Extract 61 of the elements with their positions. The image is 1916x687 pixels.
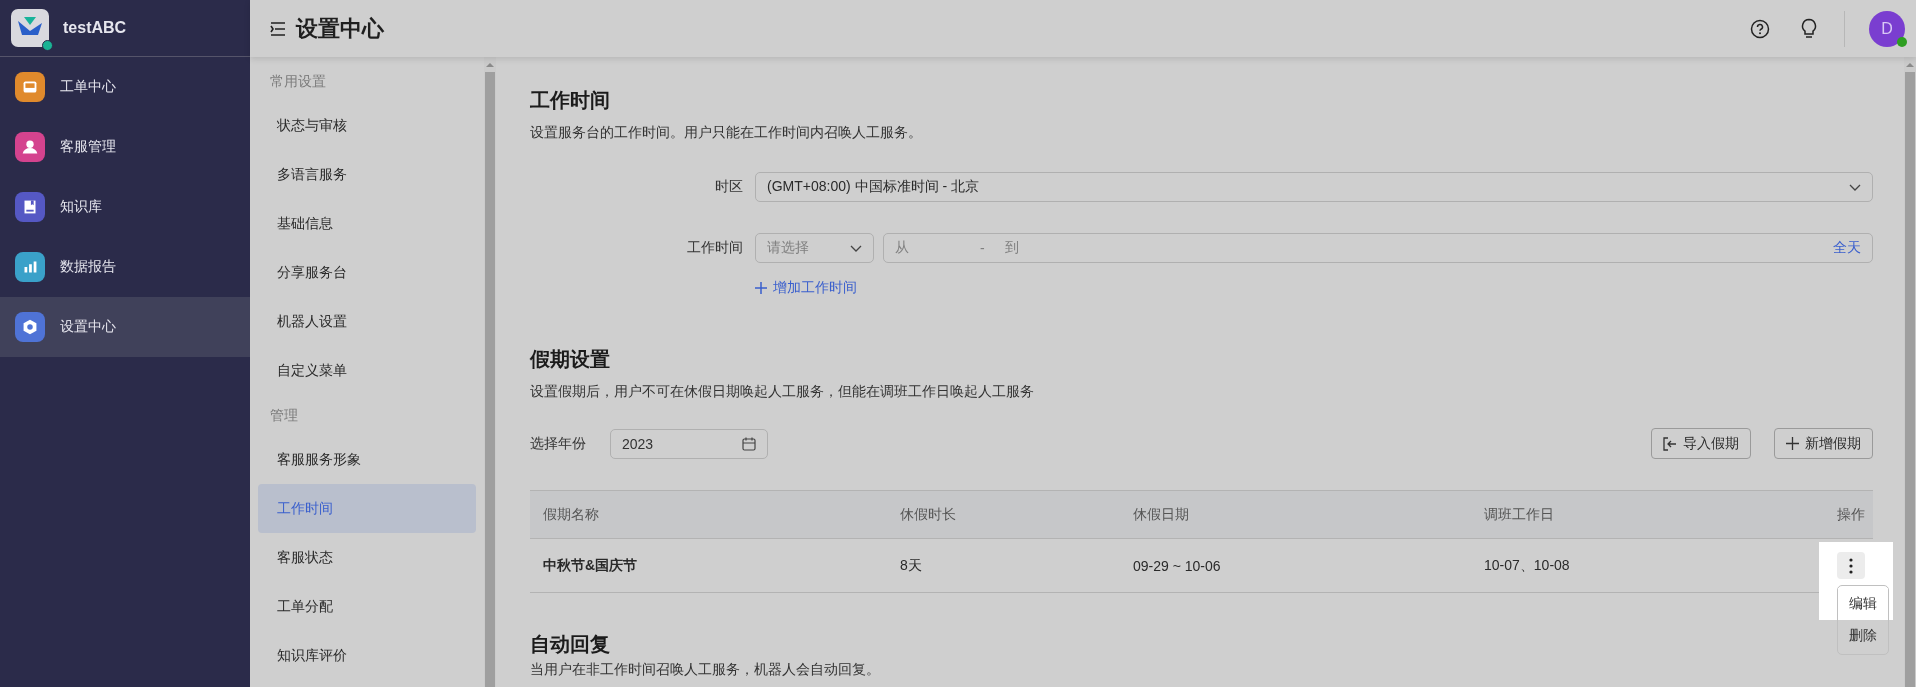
settings-nav-item[interactable]: 机器人设置 — [258, 297, 476, 346]
all-day-link[interactable]: 全天 — [1833, 239, 1861, 257]
table-cell-text: 09-29 ~ 10-06 — [1132, 557, 1222, 574]
section-description: 设置服务台的工作时间。用户只能在工作时间内召唤人工服务。 — [530, 124, 923, 142]
page-title: 设置中心 — [296, 14, 384, 43]
nav-group-label: 管理 — [269, 406, 299, 425]
column-header: 假期名称 — [542, 505, 600, 524]
column-header: 调班工作日 — [1483, 505, 1555, 524]
field-label: 工作时间 — [686, 239, 743, 257]
table-cell-text: 中秋节&国庆节 — [542, 556, 639, 575]
scroll-up-arrow-icon[interactable] — [486, 62, 494, 68]
plus-icon — [1786, 437, 1799, 450]
nav-group-label: 常用设置 — [269, 72, 327, 91]
add-working-hours-link[interactable]: 增加工作时间 — [755, 279, 857, 297]
lightbulb-icon[interactable] — [1800, 17, 1818, 40]
calendar-icon — [742, 436, 756, 451]
field-label: 选择年份 — [530, 434, 587, 453]
help-icon[interactable] — [1750, 18, 1770, 39]
table-cell-text: 8天 — [899, 556, 923, 575]
section-title: 假期设置 — [530, 347, 610, 372]
scrollbar[interactable] — [484, 57, 496, 687]
import-button[interactable]: 导入假期 — [1651, 428, 1751, 459]
sidebar-item[interactable]: 设置中心 — [0, 297, 250, 357]
scroll-up-arrow-icon[interactable] — [1906, 62, 1914, 68]
settings-nav-item[interactable]: 知识库评价 — [258, 631, 476, 680]
sidebar-item[interactable]: 客服管理 — [0, 117, 250, 177]
settings-nav-item[interactable]: 状态与审核 — [258, 101, 476, 150]
year-picker[interactable]: 2023 — [610, 428, 768, 459]
column-header: 操作 — [1837, 505, 1866, 524]
time-range-field[interactable]: 从 - 到 全天 — [883, 233, 1873, 263]
settings-nav-item[interactable]: 分享服务台 — [258, 248, 476, 297]
timezone-select[interactable]: (GMT+08:00) 中国标准时间 - 北京 — [755, 172, 1873, 202]
add-button[interactable]: 新增假期 — [1774, 428, 1873, 459]
settings-nav-item[interactable]: 客服状态 — [258, 533, 476, 582]
section-title: 工作时间 — [530, 88, 610, 113]
more-options-button[interactable] — [1837, 552, 1865, 579]
import-icon — [1663, 436, 1677, 451]
section-description: 设置假期后，用户不可在休假日期唤起人工服务，但能在调班工作日唤起人工服务 — [530, 383, 1035, 401]
settings-nav-item[interactable]: 基础信息 — [258, 199, 476, 248]
column-header: 休假时长 — [899, 505, 957, 524]
scrollbar[interactable] — [1904, 57, 1916, 687]
sidebar-item[interactable]: 知识库 — [0, 177, 250, 237]
settings-nav-item[interactable]: 多语言服务 — [258, 150, 476, 199]
settings-nav-item[interactable]: 工单分配 — [258, 582, 476, 631]
menu-item[interactable]: 删除 — [1838, 620, 1888, 652]
plus-icon — [755, 282, 767, 294]
section-title: 自动回复 — [530, 632, 610, 657]
field-label: 时区 — [714, 178, 743, 196]
sidebar-item[interactable]: 数据报告 — [0, 237, 250, 297]
more-vertical-icon — [1849, 557, 1853, 574]
chevron-down-icon — [850, 244, 862, 252]
settings-nav-item[interactable]: 客服服务形象 — [258, 435, 476, 484]
chevron-down-icon — [1849, 183, 1861, 191]
section-description: 当用户在非工作时间召唤人工服务，机器人会自动回复。 — [530, 662, 881, 678]
sidebar-item[interactable]: 工单中心 — [0, 57, 250, 117]
column-header: 休假日期 — [1132, 505, 1190, 524]
brand-name: testABC — [63, 19, 127, 37]
user-avatar[interactable]: D — [1869, 10, 1905, 47]
table-cell-text: 10-07、10-08 — [1483, 556, 1571, 575]
settings-nav-item[interactable]: 自定义菜单 — [258, 346, 476, 395]
menu-icon[interactable] — [270, 21, 286, 36]
